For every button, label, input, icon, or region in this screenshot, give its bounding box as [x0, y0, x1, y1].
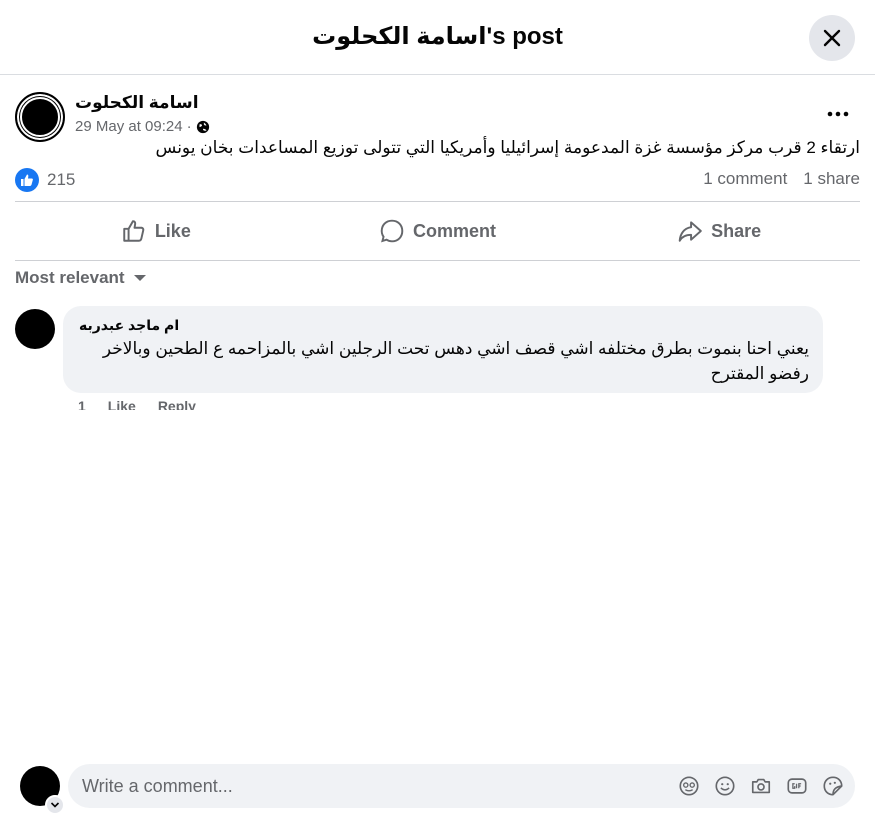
share-label: Share [711, 220, 762, 241]
post-meta: 29 May at 09:24 · [75, 118, 210, 135]
like-reaction-icon [15, 168, 39, 192]
avatar-sticker-button[interactable] [677, 774, 701, 798]
gif-button[interactable] [785, 774, 809, 798]
post-actions: Like Comment Share [15, 203, 860, 259]
comment-author-avatar[interactable] [15, 309, 55, 349]
post-author-avatar[interactable] [15, 92, 65, 142]
composer-tools [677, 774, 845, 798]
dialog-title: اسامة الكحلوت's post [312, 23, 563, 50]
close-icon [823, 29, 841, 47]
comments-count[interactable]: 1 comment [703, 169, 787, 189]
comment-like-button[interactable]: Like [108, 398, 136, 410]
comment-actions: 1 Like Reply [78, 398, 196, 410]
shares-count[interactable]: 1 share [803, 169, 860, 189]
comment-text: يعني احنا بنموت بطرق مختلفه اشي قصف اشي … [102, 339, 809, 383]
divider [15, 201, 860, 202]
post-stats: 1 comment 1 share [703, 169, 860, 189]
thumbs-up-icon [123, 220, 145, 242]
share-icon [678, 221, 702, 242]
gif-icon [787, 778, 807, 794]
comment-author-name[interactable]: ام ماجد عبدربه [79, 317, 179, 334]
share-button[interactable]: Share [578, 203, 860, 259]
sort-label: Most relevant [15, 268, 125, 287]
reaction-count: 215 [47, 170, 76, 189]
divider [15, 260, 860, 261]
sticker-icon [823, 776, 843, 796]
like-label: Like [154, 220, 191, 241]
comment-time[interactable]: 1 [78, 398, 86, 410]
more-options-icon [827, 111, 849, 117]
reactions-summary[interactable]: 215 [15, 168, 75, 192]
emoji-icon [715, 776, 735, 796]
avatar-sticker-icon [679, 776, 699, 796]
comment-input[interactable] [68, 764, 668, 808]
post-author-name[interactable]: اسامة الكحلوت [75, 93, 199, 113]
like-button[interactable]: Like [15, 203, 297, 259]
camera-icon [751, 778, 771, 794]
emoji-button[interactable] [713, 774, 737, 798]
comment-reply-button[interactable]: Reply [158, 398, 196, 410]
caret-down-icon [133, 275, 146, 281]
post-text: ارتقاء 2 قرب مركز مؤسسة غزة المدعومة إسر… [155, 138, 860, 157]
comment-composer [68, 764, 855, 808]
post-timestamp[interactable]: 29 May at 09:24 [75, 118, 183, 135]
comment-sort-dropdown[interactable]: Most relevant [15, 268, 147, 288]
meta-separator: · [186, 118, 192, 135]
comment-button[interactable]: Comment [297, 203, 579, 259]
post-options-button[interactable] [820, 100, 856, 128]
close-button[interactable] [809, 15, 855, 61]
comment-label: Comment [413, 220, 497, 241]
comment-icon [380, 219, 404, 243]
photo-button[interactable] [749, 774, 773, 798]
chevron-down-icon [50, 802, 60, 808]
dialog-header: اسامة الكحلوت's post [0, 0, 875, 75]
comment-bubble: ام ماجد عبدربه يعني احنا بنموت بطرق مختل… [63, 306, 823, 393]
profile-switch-button[interactable] [45, 795, 65, 815]
globe-icon [196, 120, 209, 133]
sticker-button[interactable] [821, 774, 845, 798]
